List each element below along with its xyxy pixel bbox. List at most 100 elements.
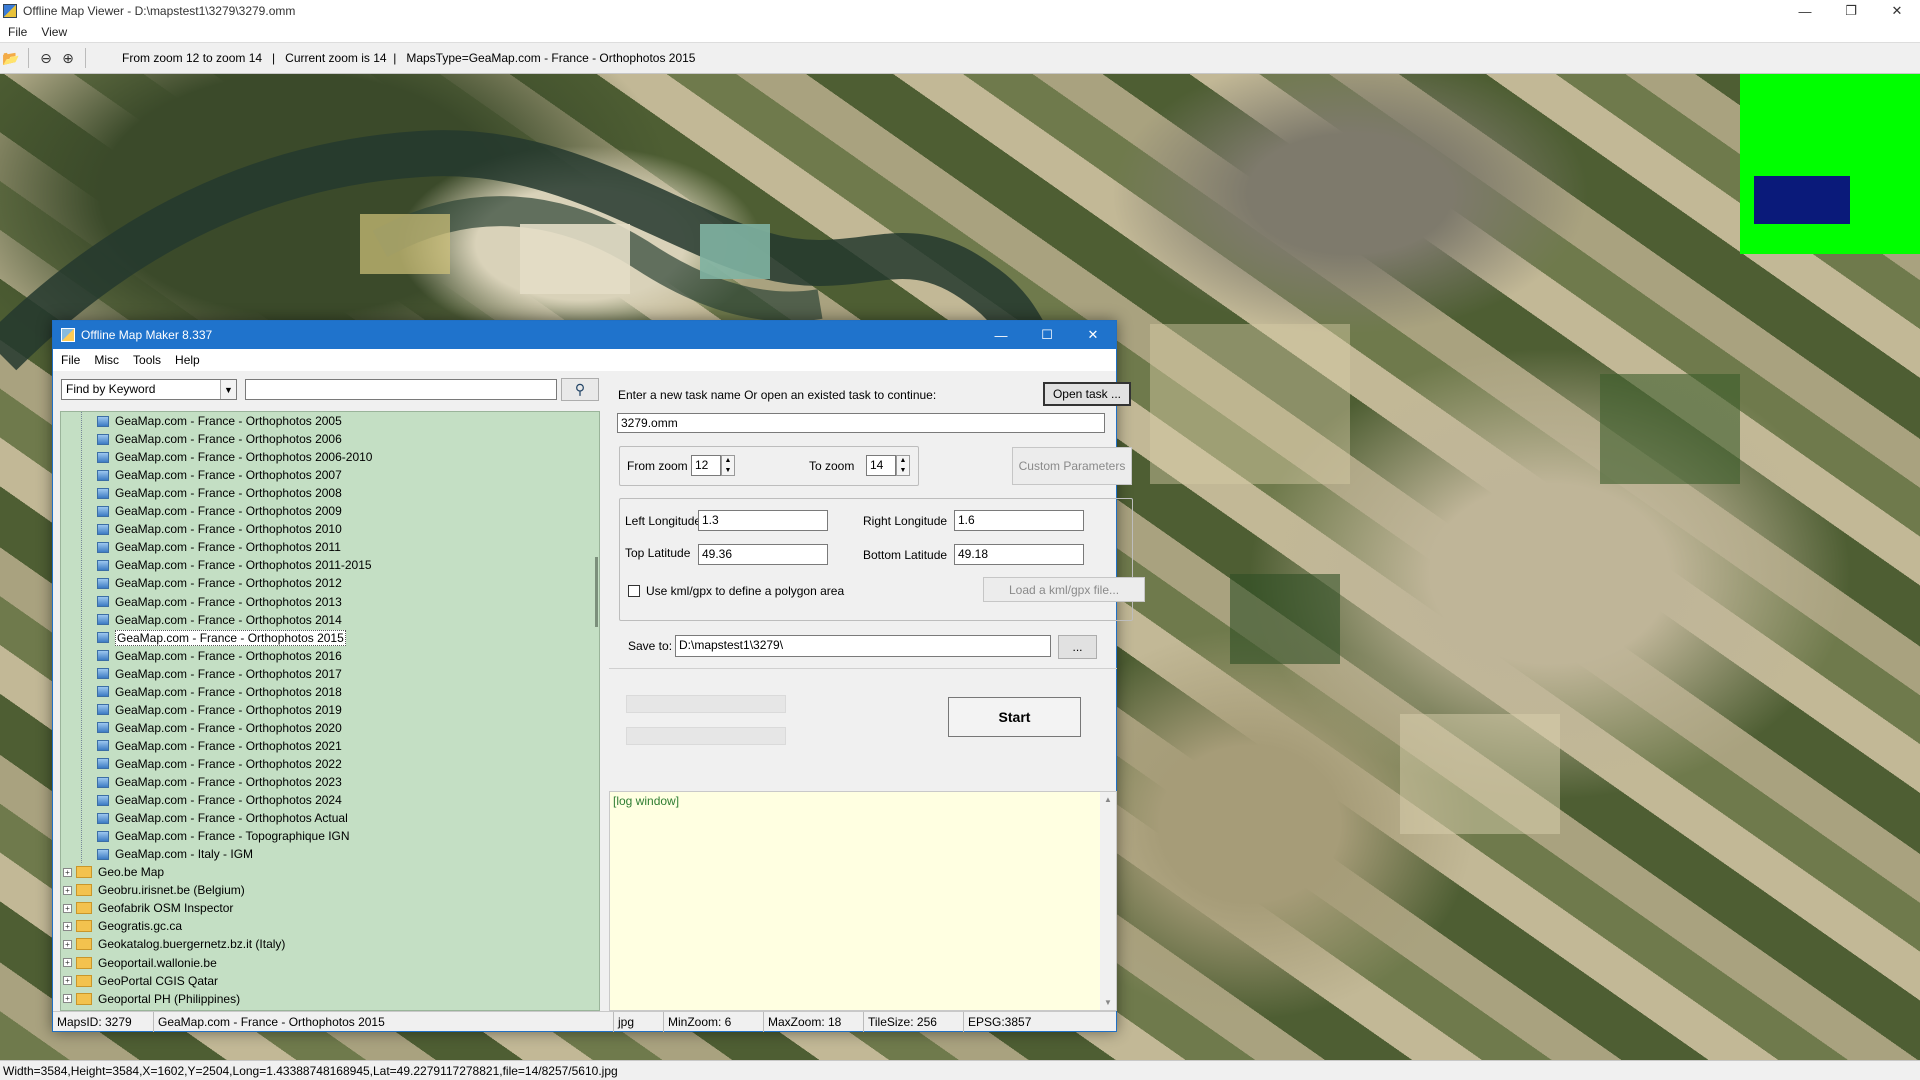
dialog-close-icon[interactable]: ✕	[1070, 321, 1116, 349]
tree-item-folder[interactable]: + Geogratis.gc.ca	[63, 917, 182, 935]
start-button[interactable]: Start	[948, 697, 1081, 737]
save-path-input[interactable]: D:\mapstest1\3279\	[675, 635, 1051, 657]
folder-icon	[76, 902, 92, 915]
to-zoom-input[interactable]: 14	[866, 455, 896, 476]
tree-item-map[interactable]: GeaMap.com - France - Orthophotos 2023	[97, 773, 342, 791]
right-longitude-input[interactable]: 1.6	[954, 510, 1084, 531]
tree-item-map[interactable]: GeaMap.com - France - Orthophotos 2011-2…	[97, 556, 372, 574]
tree-item-map[interactable]: GeaMap.com - France - Orthophotos 2013	[97, 593, 342, 611]
tree-item-map[interactable]: GeaMap.com - France - Orthophotos 2017	[97, 665, 342, 683]
map-icon	[97, 523, 109, 535]
tree-item-map[interactable]: GeaMap.com - France - Orthophotos Actual	[97, 809, 348, 827]
close-icon[interactable]: ✕	[1874, 0, 1920, 22]
minimap[interactable]	[1740, 74, 1920, 254]
dialog-menu-misc[interactable]: Misc	[94, 353, 119, 367]
minimap-viewport[interactable]	[1754, 176, 1850, 224]
tree-item-map[interactable]: GeaMap.com - France - Orthophotos 2012	[97, 574, 342, 592]
tree-item-folder[interactable]: + GeoPortal CGIS Qatar	[63, 972, 218, 990]
expand-icon[interactable]: +	[63, 867, 72, 877]
dialog-titlebar[interactable]: Offline Map Maker 8.337 — ☐ ✕	[53, 321, 1116, 349]
bottom-latitude-input[interactable]: 49.18	[954, 544, 1084, 565]
dialog-maximize-icon[interactable]: ☐	[1024, 321, 1070, 349]
tree-item-map[interactable]: GeaMap.com - France - Orthophotos 2007	[97, 466, 342, 484]
tree-item-folder[interactable]: + Geo.be Map	[63, 863, 164, 881]
down-arrow-icon[interactable]: ▼	[725, 467, 732, 474]
tree-item-map[interactable]: GeaMap.com - France - Orthophotos 2009	[97, 502, 342, 520]
maps-tree[interactable]: GeaMap.com - France - Orthophotos 2005 Ge…	[60, 411, 600, 1011]
folder-open-icon[interactable]: 📂	[0, 47, 22, 69]
tree-item-map[interactable]: GeaMap.com - France - Orthophotos 2011	[97, 538, 341, 556]
tree-item-map[interactable]: GeaMap.com - France - Orthophotos 2010	[97, 520, 342, 538]
tree-item-folder[interactable]: + Geoportail.wallonie.be	[63, 954, 217, 972]
dialog-menu-tools[interactable]: Tools	[133, 353, 161, 367]
expand-icon[interactable]: +	[63, 939, 72, 949]
find-mode-select[interactable]: Find by Keyword ▼	[61, 379, 237, 400]
tree-scrollbar-thumb[interactable]	[595, 557, 598, 627]
tree-item-folder[interactable]: + Geofabrik OSM Inspector	[63, 899, 233, 917]
tree-item-map[interactable]: GeaMap.com - France - Orthophotos 2019	[97, 701, 342, 719]
restore-icon[interactable]: ❐	[1828, 0, 1874, 22]
expand-icon[interactable]: +	[63, 921, 72, 931]
tree-item-folder[interactable]: + Geobru.irisnet.be (Belgium)	[63, 881, 245, 899]
dialog-menu-file[interactable]: File	[61, 353, 80, 367]
map-icon	[97, 487, 109, 499]
tree-scrollbar[interactable]	[593, 412, 599, 1010]
menu-view[interactable]: View	[41, 25, 67, 39]
tree-item-folder[interactable]: + Geoportal PH (Philippines)	[63, 990, 240, 1008]
tree-item-map[interactable]: GeaMap.com - France - Orthophotos 2024	[97, 791, 342, 809]
menu-file[interactable]: File	[8, 25, 27, 39]
scroll-up-icon[interactable]: ▲	[1104, 795, 1112, 804]
custom-parameters-button[interactable]: Custom Parameters	[1012, 447, 1132, 485]
dialog-menu-help[interactable]: Help	[175, 353, 200, 367]
search-input[interactable]	[245, 379, 557, 400]
map-icon	[97, 776, 109, 788]
tree-item-map[interactable]: GeaMap.com - France - Orthophotos 2015	[97, 629, 346, 647]
viewer-statusbar: Width=3584,Height=3584,X=1602,Y=2504,Lon…	[0, 1060, 1920, 1080]
tree-item-map[interactable]: GeaMap.com - France - Orthophotos 2022	[97, 755, 342, 773]
tree-item-map[interactable]: GeaMap.com - France - Orthophotos 2014	[97, 611, 342, 629]
tree-item-folder[interactable]: + Geokatalog.buergernetz.bz.it (Italy)	[63, 935, 285, 953]
tree-item-map[interactable]: GeaMap.com - France - Orthophotos 2006-2…	[97, 448, 372, 466]
to-zoom-stepper[interactable]: ▲ ▼	[896, 455, 910, 476]
expand-icon[interactable]: +	[63, 885, 72, 895]
menubar: File View	[0, 22, 1920, 42]
from-zoom-input[interactable]: 12	[691, 455, 721, 476]
browse-button[interactable]: ...	[1058, 635, 1097, 659]
tree-item-map[interactable]: GeaMap.com - France - Orthophotos 2020	[97, 719, 342, 737]
minimize-icon[interactable]: —	[1782, 0, 1828, 22]
load-kml-button[interactable]: Load a kml/gpx file...	[983, 577, 1145, 602]
tree-item-map[interactable]: GeaMap.com - France - Orthophotos 2018	[97, 683, 342, 701]
expand-icon[interactable]: +	[63, 976, 72, 986]
up-arrow-icon[interactable]: ▲	[900, 457, 907, 464]
up-arrow-icon[interactable]: ▲	[725, 457, 732, 464]
chevron-down-icon[interactable]: ▼	[220, 380, 236, 399]
expand-icon[interactable]: +	[63, 958, 72, 967]
tree-item-map[interactable]: GeaMap.com - France - Orthophotos 2016	[97, 647, 342, 665]
tree-item-map[interactable]: GeaMap.com - France - Orthophotos 2006	[97, 430, 342, 448]
tree-item-map[interactable]: GeaMap.com - France - Orthophotos 2005	[97, 412, 342, 430]
task-name-input[interactable]: 3279.omm	[617, 413, 1105, 433]
scroll-down-icon[interactable]: ▼	[1104, 998, 1112, 1007]
zoom-out-icon[interactable]: ⊖	[35, 47, 57, 69]
left-longitude-input[interactable]: 1.3	[698, 510, 828, 531]
dialog-minimize-icon[interactable]: —	[978, 321, 1024, 349]
top-latitude-input[interactable]: 49.36	[698, 544, 828, 565]
tree-item-map[interactable]: GeaMap.com - France - Orthophotos 2008	[97, 484, 342, 502]
open-task-button[interactable]: Open task ...	[1043, 382, 1131, 406]
search-button[interactable]: ⚲	[561, 378, 599, 401]
kml-polygon-checkbox[interactable]	[628, 585, 640, 597]
viewer-status-text: Width=3584,Height=3584,X=1602,Y=2504,Lon…	[3, 1063, 618, 1078]
log-window[interactable]: [log window] ▲ ▼	[609, 791, 1117, 1011]
log-scrollbar[interactable]: ▲ ▼	[1100, 792, 1116, 1010]
from-zoom-stepper[interactable]: ▲ ▼	[721, 455, 735, 476]
tree-item-map[interactable]: GeaMap.com - Italy - IGM	[97, 845, 253, 863]
expand-icon[interactable]: +	[63, 994, 72, 1004]
tree-item-label: GeaMap.com - France - Orthophotos 2022	[115, 756, 342, 771]
log-text: [log window]	[613, 794, 680, 808]
expand-icon[interactable]: +	[63, 903, 72, 913]
zoom-in-icon[interactable]: ⊕	[57, 47, 79, 69]
down-arrow-icon[interactable]: ▼	[900, 467, 907, 474]
tree-item-map[interactable]: GeaMap.com - France - Orthophotos 2021	[97, 737, 342, 755]
tree-item-map[interactable]: GeaMap.com - France - Topographique IGN	[97, 827, 350, 845]
map-icon	[97, 505, 109, 517]
